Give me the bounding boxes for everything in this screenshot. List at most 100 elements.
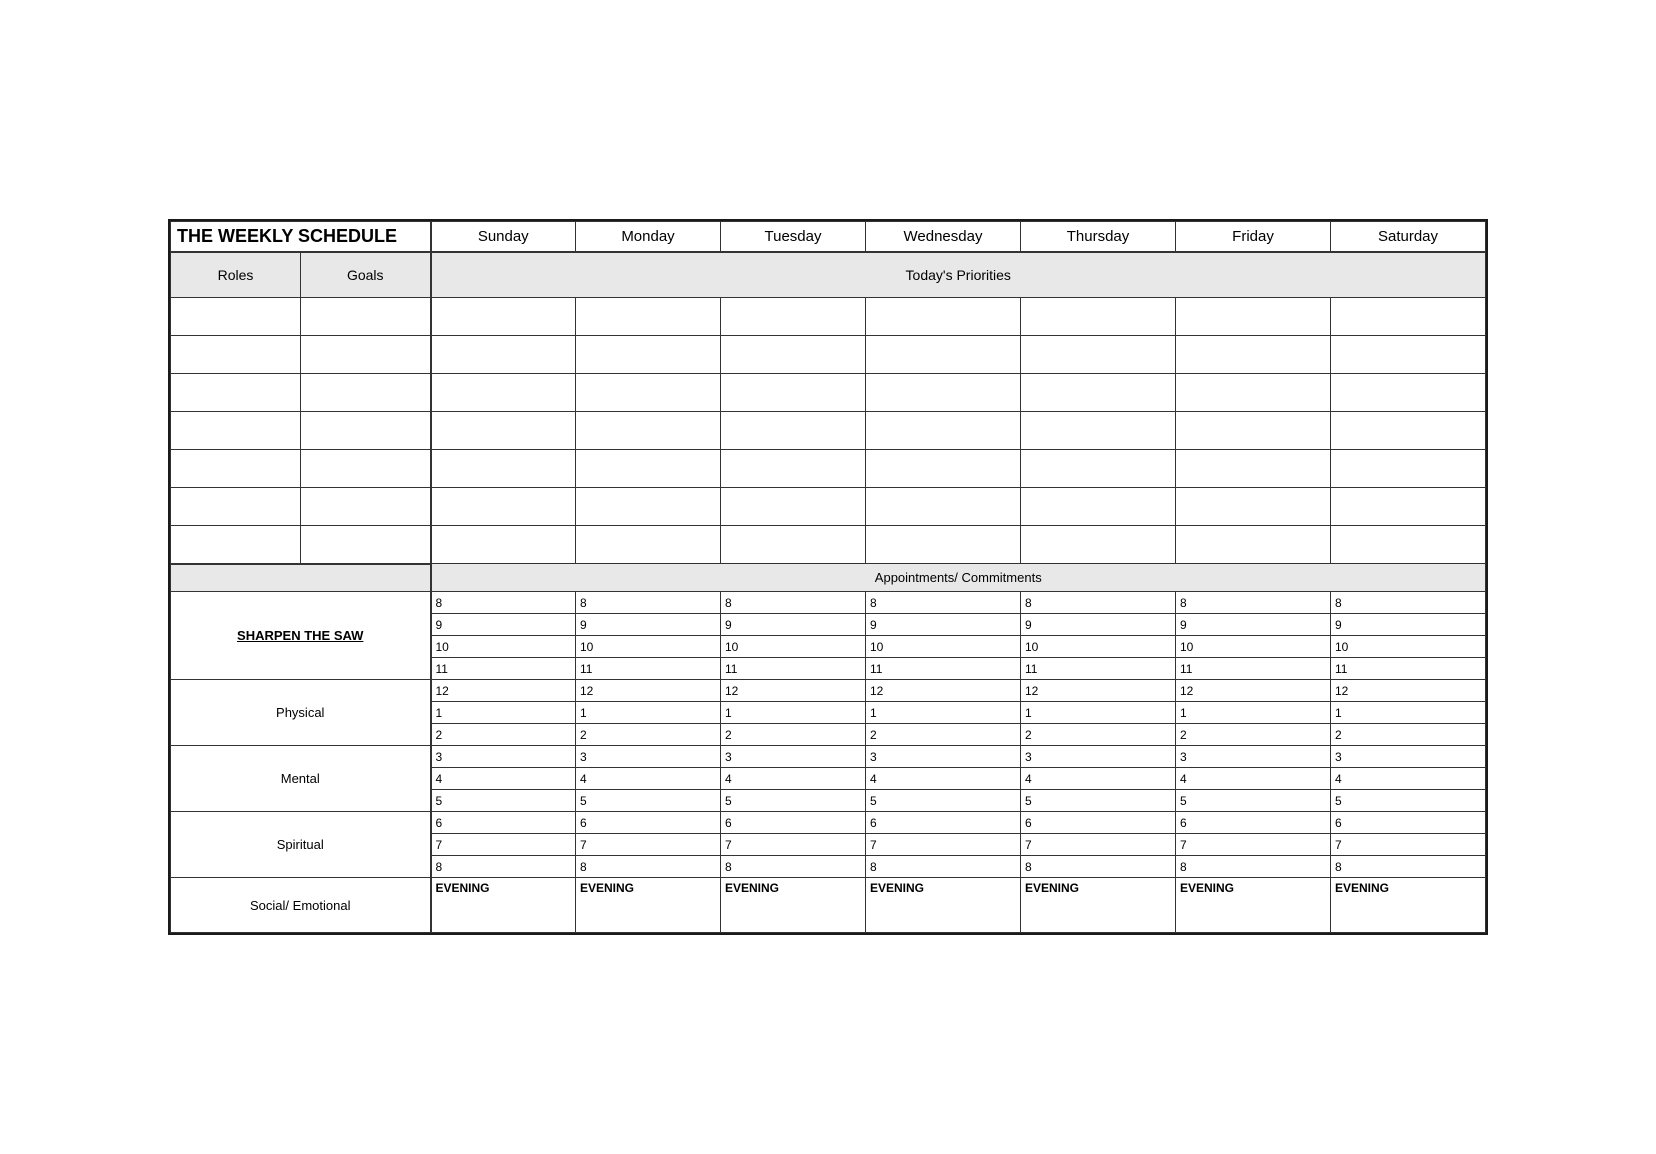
priority-7-wed[interactable] bbox=[866, 526, 1021, 564]
priority-3-tue[interactable] bbox=[721, 374, 866, 412]
evening-wed[interactable]: EVENING bbox=[866, 878, 1021, 933]
time-6-sun[interactable]: 6 bbox=[431, 812, 576, 834]
time-2-thu[interactable]: 2 bbox=[1021, 724, 1176, 746]
priority-2-sun[interactable] bbox=[431, 336, 576, 374]
time-7-sat[interactable]: 7 bbox=[1331, 834, 1486, 856]
time-2-tue[interactable]: 2 bbox=[721, 724, 866, 746]
time-8pm-sat[interactable]: 8 bbox=[1331, 856, 1486, 878]
priority-4-sat[interactable] bbox=[1331, 412, 1486, 450]
priority-6-sat[interactable] bbox=[1331, 488, 1486, 526]
time-11-sat[interactable]: 11 bbox=[1331, 658, 1486, 680]
time-5-tue[interactable]: 5 bbox=[721, 790, 866, 812]
time-4-sun[interactable]: 4 bbox=[431, 768, 576, 790]
priority-4-wed[interactable] bbox=[866, 412, 1021, 450]
time-7-tue[interactable]: 7 bbox=[721, 834, 866, 856]
role-1[interactable] bbox=[171, 298, 301, 336]
time-1-sat[interactable]: 1 bbox=[1331, 702, 1486, 724]
time-2-fri[interactable]: 2 bbox=[1176, 724, 1331, 746]
priority-3-wed[interactable] bbox=[866, 374, 1021, 412]
time-2-mon[interactable]: 2 bbox=[576, 724, 721, 746]
time-8pm-tue[interactable]: 8 bbox=[721, 856, 866, 878]
time-7-sun[interactable]: 7 bbox=[431, 834, 576, 856]
time-1-tue[interactable]: 1 bbox=[721, 702, 866, 724]
time-1-sun[interactable]: 1 bbox=[431, 702, 576, 724]
priority-5-tue[interactable] bbox=[721, 450, 866, 488]
time-3-mon[interactable]: 3 bbox=[576, 746, 721, 768]
time-3-thu[interactable]: 3 bbox=[1021, 746, 1176, 768]
role-4[interactable] bbox=[171, 412, 301, 450]
priority-3-sun[interactable] bbox=[431, 374, 576, 412]
priority-1-sat[interactable] bbox=[1331, 298, 1486, 336]
time-8-fri[interactable]: 8 bbox=[1176, 592, 1331, 614]
evening-tue[interactable]: EVENING bbox=[721, 878, 866, 933]
time-4-thu[interactable]: 4 bbox=[1021, 768, 1176, 790]
time-6-wed[interactable]: 6 bbox=[866, 812, 1021, 834]
time-11-wed[interactable]: 11 bbox=[866, 658, 1021, 680]
time-8pm-wed[interactable]: 8 bbox=[866, 856, 1021, 878]
time-9-sun[interactable]: 9 bbox=[431, 614, 576, 636]
priority-7-sat[interactable] bbox=[1331, 526, 1486, 564]
time-5-thu[interactable]: 5 bbox=[1021, 790, 1176, 812]
time-1-thu[interactable]: 1 bbox=[1021, 702, 1176, 724]
time-12-sat[interactable]: 12 bbox=[1331, 680, 1486, 702]
time-7-fri[interactable]: 7 bbox=[1176, 834, 1331, 856]
time-9-wed[interactable]: 9 bbox=[866, 614, 1021, 636]
time-1-mon[interactable]: 1 bbox=[576, 702, 721, 724]
priority-6-tue[interactable] bbox=[721, 488, 866, 526]
priority-1-tue[interactable] bbox=[721, 298, 866, 336]
priority-2-sat[interactable] bbox=[1331, 336, 1486, 374]
priority-2-thu[interactable] bbox=[1021, 336, 1176, 374]
time-7-thu[interactable]: 7 bbox=[1021, 834, 1176, 856]
time-6-sat[interactable]: 6 bbox=[1331, 812, 1486, 834]
priority-7-thu[interactable] bbox=[1021, 526, 1176, 564]
time-11-sun[interactable]: 11 bbox=[431, 658, 576, 680]
time-8pm-thu[interactable]: 8 bbox=[1021, 856, 1176, 878]
priority-3-thu[interactable] bbox=[1021, 374, 1176, 412]
time-4-mon[interactable]: 4 bbox=[576, 768, 721, 790]
time-2-sun[interactable]: 2 bbox=[431, 724, 576, 746]
priority-6-mon[interactable] bbox=[576, 488, 721, 526]
priority-5-mon[interactable] bbox=[576, 450, 721, 488]
priority-2-fri[interactable] bbox=[1176, 336, 1331, 374]
priority-2-mon[interactable] bbox=[576, 336, 721, 374]
time-5-sat[interactable]: 5 bbox=[1331, 790, 1486, 812]
time-4-tue[interactable]: 4 bbox=[721, 768, 866, 790]
priority-7-sun[interactable] bbox=[431, 526, 576, 564]
time-2-wed[interactable]: 2 bbox=[866, 724, 1021, 746]
time-8pm-mon[interactable]: 8 bbox=[576, 856, 721, 878]
priority-4-mon[interactable] bbox=[576, 412, 721, 450]
time-5-fri[interactable]: 5 bbox=[1176, 790, 1331, 812]
goal-7[interactable] bbox=[301, 526, 431, 564]
evening-mon[interactable]: EVENING bbox=[576, 878, 721, 933]
time-7-wed[interactable]: 7 bbox=[866, 834, 1021, 856]
time-10-tue[interactable]: 10 bbox=[721, 636, 866, 658]
time-6-tue[interactable]: 6 bbox=[721, 812, 866, 834]
time-12-tue[interactable]: 12 bbox=[721, 680, 866, 702]
time-8-mon[interactable]: 8 bbox=[576, 592, 721, 614]
time-11-tue[interactable]: 11 bbox=[721, 658, 866, 680]
goal-3[interactable] bbox=[301, 374, 431, 412]
goal-1[interactable] bbox=[301, 298, 431, 336]
time-8-thu[interactable]: 8 bbox=[1021, 592, 1176, 614]
priority-2-wed[interactable] bbox=[866, 336, 1021, 374]
goal-2[interactable] bbox=[301, 336, 431, 374]
priority-5-fri[interactable] bbox=[1176, 450, 1331, 488]
evening-fri[interactable]: EVENING bbox=[1176, 878, 1331, 933]
time-9-mon[interactable]: 9 bbox=[576, 614, 721, 636]
priority-7-fri[interactable] bbox=[1176, 526, 1331, 564]
priority-7-mon[interactable] bbox=[576, 526, 721, 564]
role-7[interactable] bbox=[171, 526, 301, 564]
priority-4-sun[interactable] bbox=[431, 412, 576, 450]
time-10-sun[interactable]: 10 bbox=[431, 636, 576, 658]
time-10-thu[interactable]: 10 bbox=[1021, 636, 1176, 658]
time-8-sun[interactable]: 8 bbox=[431, 592, 576, 614]
priority-4-thu[interactable] bbox=[1021, 412, 1176, 450]
time-8pm-fri[interactable]: 8 bbox=[1176, 856, 1331, 878]
role-3[interactable] bbox=[171, 374, 301, 412]
priority-1-thu[interactable] bbox=[1021, 298, 1176, 336]
time-1-wed[interactable]: 1 bbox=[866, 702, 1021, 724]
time-12-wed[interactable]: 12 bbox=[866, 680, 1021, 702]
time-7-mon[interactable]: 7 bbox=[576, 834, 721, 856]
time-4-wed[interactable]: 4 bbox=[866, 768, 1021, 790]
evening-sun[interactable]: EVENING bbox=[431, 878, 576, 933]
